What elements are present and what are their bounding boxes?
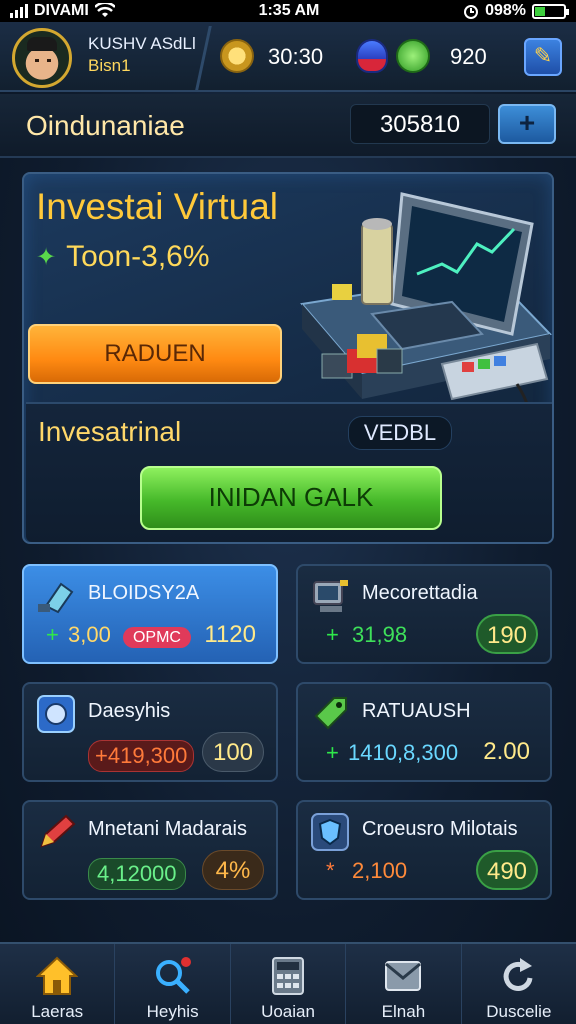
- tile-title: Mecorettadia: [362, 582, 478, 604]
- tile-title: Daesyhis: [88, 700, 171, 722]
- tile-prefix: +: [95, 743, 108, 768]
- status-bar: DIVAMI 1:35 AM 098%: [0, 0, 576, 22]
- tile-badge: 100: [202, 732, 264, 772]
- tile-prefix: +: [326, 622, 339, 647]
- avatar[interactable]: [12, 28, 72, 88]
- tile-value: 2,100: [352, 858, 408, 883]
- section-header: Oindunaniae 305810 +: [0, 94, 576, 158]
- tile-badge: 1120: [204, 621, 256, 648]
- battery-percent: 098%: [485, 2, 526, 19]
- nav-item-mail[interactable]: Elnah: [346, 944, 462, 1024]
- investment-tile[interactable]: Daesyhis +419,300 100: [22, 682, 278, 782]
- tile-badge: 2.00: [483, 738, 530, 765]
- nav-label: Elnah: [381, 1002, 426, 1021]
- tile-prefix: +: [46, 622, 59, 647]
- shield-icon: [311, 813, 349, 851]
- cash-value: 920: [450, 44, 487, 69]
- section-title: Oindunaniae: [26, 110, 185, 141]
- alarm-icon: [464, 5, 479, 19]
- investment-tile[interactable]: RATUAUSH + 1410,8,300 2.00: [296, 682, 552, 782]
- pencil-icon: [40, 814, 76, 848]
- tile-value: +419,300: [88, 740, 195, 772]
- tile-title: Croeusro Milotais: [362, 818, 518, 840]
- hero-return-value: Toon-3,6%: [66, 240, 210, 273]
- tile-title: BLOIDSY2A: [88, 582, 200, 604]
- tile-prefix: +: [326, 740, 339, 765]
- hero-inner-panel: Invesatrinal VEDBL INIDAN GALK: [26, 402, 552, 542]
- sparkle-icon: ✦: [36, 243, 57, 271]
- tile-value: 4,12000: [88, 858, 186, 890]
- hero-return: ✦ Toon-3,6%: [36, 240, 210, 274]
- clock: 1:35 AM: [258, 2, 320, 19]
- globe-icon: [37, 695, 75, 733]
- computer-illustration: [300, 192, 552, 424]
- tile-title: Mnetani Madarais: [88, 818, 247, 840]
- coin-value: 30:30: [268, 44, 324, 69]
- tag-icon: [314, 697, 347, 730]
- nav-item-home[interactable]: Laeras: [0, 944, 116, 1024]
- investment-tile[interactable]: Mecorettadia + 31,98 190: [296, 564, 552, 664]
- calculator-icon: [272, 957, 305, 995]
- nav-label: Laeras: [31, 1002, 84, 1021]
- cash-icon[interactable]: [396, 39, 430, 73]
- carrier-name: DIVAMI: [34, 2, 89, 19]
- nav-item-search[interactable]: Heyhis: [115, 944, 231, 1024]
- tile-value: 3,00 OPMC: [68, 622, 191, 648]
- hero-title: Investai Virtual: [36, 186, 278, 227]
- tile-badge: 4%: [202, 850, 264, 890]
- nav-label: Heyhis: [146, 1002, 199, 1021]
- edit-button[interactable]: ✎: [524, 38, 562, 76]
- wifi-icon: [94, 3, 115, 17]
- investment-tile[interactable]: Mnetani Madarais 4,12000 4%: [22, 800, 278, 900]
- computer-icon: [313, 580, 348, 612]
- tile-pill: OPMC: [122, 627, 191, 648]
- tile-badge: 190: [476, 614, 538, 654]
- tile-badge: 490: [476, 850, 538, 890]
- nav-item-calculator[interactable]: Uoaian: [231, 944, 347, 1024]
- tile-value: 1410,8,300: [348, 740, 459, 765]
- tile-title: RATUAUSH: [362, 700, 471, 722]
- tile-prefix: *: [326, 858, 335, 883]
- coin-icon: [220, 39, 254, 73]
- balance-display: 305810: [350, 104, 490, 144]
- battery-icon: [532, 3, 569, 19]
- add-button[interactable]: +: [498, 104, 556, 144]
- player-level: Bisn1: [88, 56, 131, 75]
- hero-card: Investai Virtual ✦ Toon-3,6% RADUEN Inve…: [22, 172, 554, 544]
- investment-tile[interactable]: Croeusro Milotais * 2,100 490: [296, 800, 552, 900]
- nav-item-refresh[interactable]: Duscelie: [462, 944, 576, 1024]
- refresh-icon: [503, 958, 533, 991]
- signal-icon: [10, 4, 28, 18]
- edit-icon: ✎: [533, 43, 553, 68]
- investment-tile[interactable]: BLOIDSY2A + 3,00 OPMC 1120: [22, 564, 278, 664]
- nav-label: Uoaian: [261, 1002, 315, 1021]
- bottom-nav: Laeras Heyhis Uoaian Elnah Duscelie: [0, 942, 576, 1024]
- inner-tag[interactable]: VEDBL: [348, 416, 452, 450]
- search-icon: [155, 957, 191, 994]
- gem-icon[interactable]: [356, 39, 388, 73]
- player-name: KUSHV ASdLl: [88, 34, 196, 53]
- gem-tag-icon: [38, 582, 74, 614]
- nav-label: Duscelie: [486, 1002, 552, 1021]
- top-hud: KUSHV ASdLl Bisn1 30:30 920 ✎: [0, 22, 576, 92]
- mail-icon: [385, 961, 422, 991]
- inner-title: Invesatrinal: [38, 416, 182, 447]
- hero-orange-button[interactable]: RADUEN: [28, 324, 282, 384]
- hero-green-button[interactable]: INIDAN GALK: [140, 466, 442, 530]
- home-icon: [36, 956, 79, 995]
- tile-value: 31,98: [352, 622, 408, 647]
- hud-divider: [195, 26, 212, 90]
